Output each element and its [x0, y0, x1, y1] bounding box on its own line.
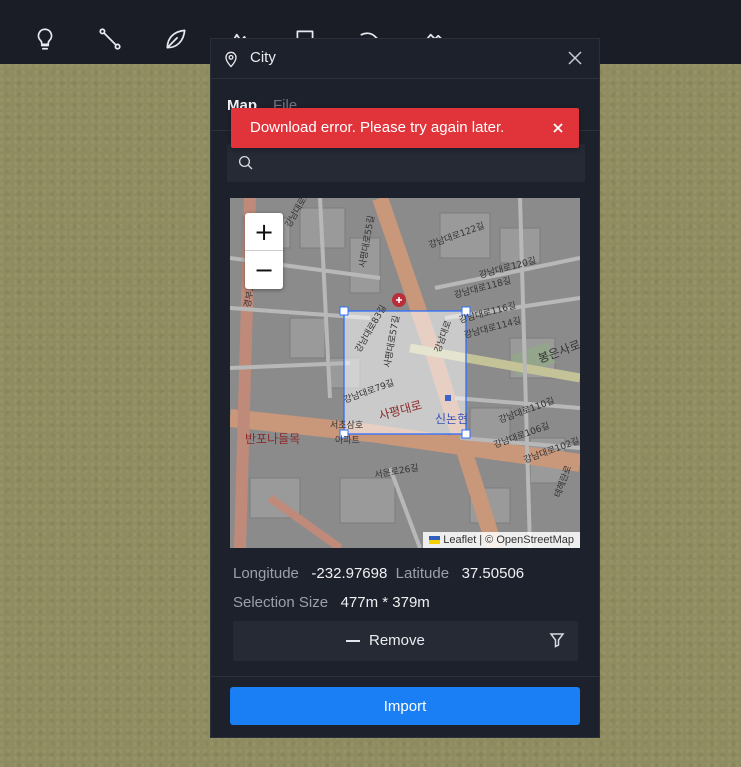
selection-size-value: 477m * 379m — [340, 594, 430, 611]
import-button[interactable]: Import — [230, 687, 580, 725]
location-pin-icon — [221, 49, 241, 69]
leaf-icon — [166, 29, 186, 49]
zoom-in-button[interactable]: + — [245, 213, 283, 251]
ukraine-flag-icon — [429, 536, 441, 544]
remove-label: Remove — [369, 632, 425, 649]
tool-lightbulb[interactable] — [28, 22, 62, 56]
toast-message: Download error. Please try again later. — [250, 119, 505, 136]
map-view[interactable]: 강남대로89길 강남대로122길 강남대로120길 강남대로118길 강남대로116길 강… — [230, 198, 580, 548]
panel-title: City — [250, 49, 276, 66]
selection-row: Selection Size 477m * 379m — [233, 594, 430, 611]
longitude-label: Longitude — [233, 565, 299, 582]
panel-header: City — [211, 39, 599, 79]
longitude-value: -232.97698 — [311, 565, 388, 582]
search-box — [227, 144, 585, 182]
map-street-label: 아파트 — [335, 435, 360, 446]
zoom-control: + − — [245, 213, 283, 289]
toast-close-icon[interactable] — [551, 121, 565, 135]
latitude-label: Latitude — [395, 565, 450, 582]
selection-size-label: Selection Size — [233, 594, 329, 611]
coords-row: Longitude -232.97698 Latitude 37.50506 — [233, 565, 524, 582]
minus-icon — [346, 640, 360, 642]
search-input[interactable] — [263, 150, 573, 176]
lightbulb-icon — [37, 28, 53, 50]
search-icon — [238, 155, 253, 170]
zoom-out-button[interactable]: − — [245, 251, 283, 289]
map-attribution: Leaflet | © OpenStreetMap — [423, 532, 580, 548]
filter-icon[interactable] — [549, 632, 567, 650]
remove-button[interactable]: Remove — [233, 621, 578, 661]
path-icon — [99, 28, 121, 50]
leaflet-link[interactable]: Leaflet — [443, 534, 476, 546]
tool-leaf[interactable] — [159, 22, 193, 56]
osm-link[interactable]: | © OpenStreetMap — [479, 534, 574, 546]
map-street-label: 반포나들목 — [245, 432, 300, 446]
latitude-value: 37.50506 — [461, 565, 525, 582]
map-street-label: 서초삼호 — [330, 420, 363, 431]
tool-path[interactable] — [93, 22, 127, 56]
close-icon[interactable] — [566, 49, 586, 69]
error-toast: Download error. Please try again later. — [231, 108, 579, 148]
divider — [211, 676, 599, 677]
map-street-label: 신논현 — [435, 412, 468, 426]
